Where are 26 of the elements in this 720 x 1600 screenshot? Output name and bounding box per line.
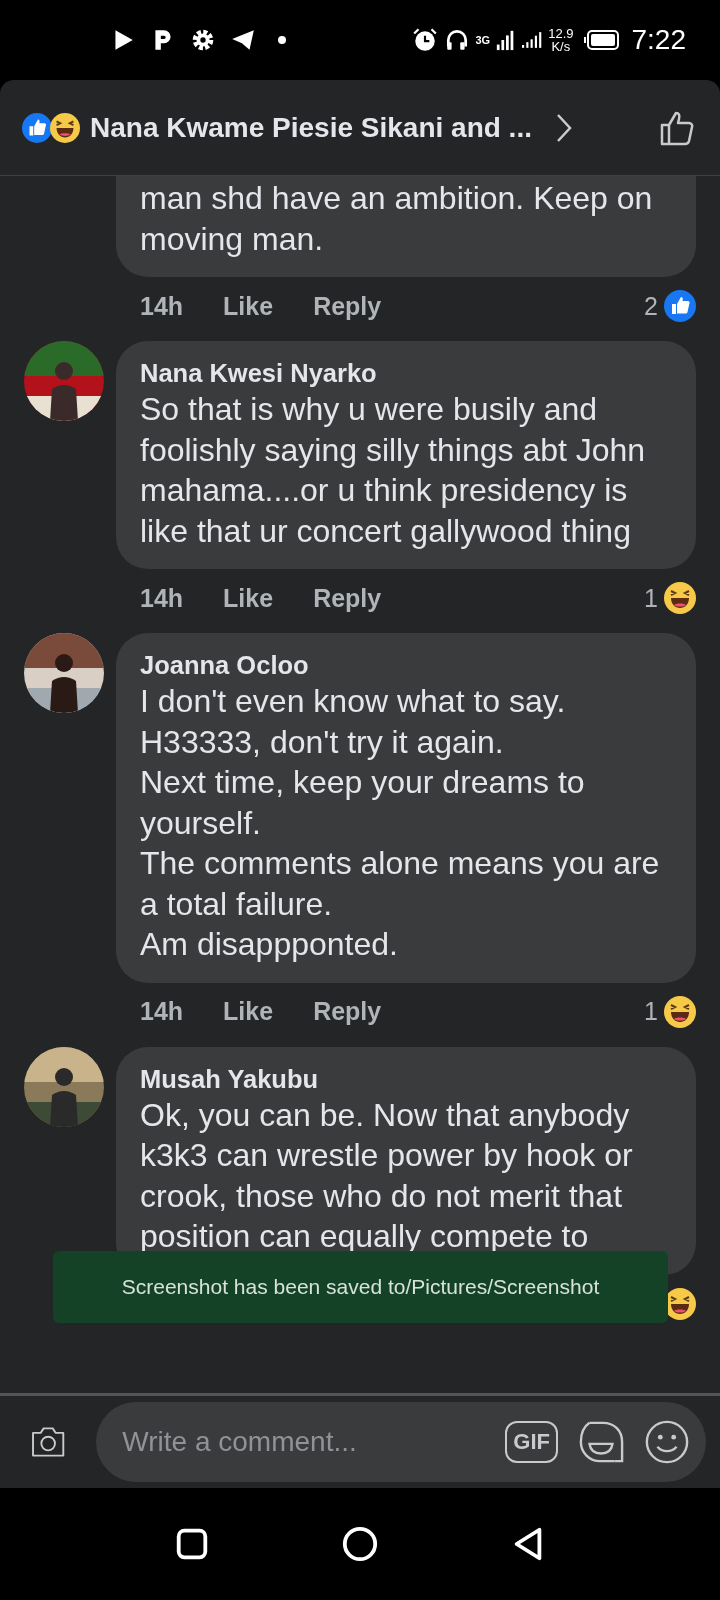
comment-text: man shd have an ambition. Keep on moving man.	[140, 179, 654, 259]
reaction-count[interactable]: 1	[644, 583, 658, 613]
clock: 7:22	[631, 24, 686, 56]
comment-time: 14h	[140, 291, 184, 321]
comment-text: I don't even know what to say. H33333, don't try it again. Next time, keep your dreams to yourself. The comments alone means you are a total failure. Am disappponted.	[140, 682, 661, 964]
reaction-count[interactable]: 1	[644, 997, 658, 1026]
comment-input[interactable]: Write a comment... GIF	[96, 1402, 706, 1482]
reply-link[interactable]: Reply	[313, 583, 382, 613]
reaction-count[interactable]: 2	[644, 291, 658, 321]
comment-time: 14h	[140, 997, 184, 1026]
gif-button[interactable]: GIF	[505, 1421, 558, 1463]
comment-author[interactable]: Joanna Ocloo	[140, 649, 672, 681]
like-link[interactable]: Like	[223, 291, 274, 321]
reply-link[interactable]: Reply	[313, 997, 382, 1026]
like-link[interactable]: Like	[223, 583, 274, 613]
comment-time: 14h	[140, 583, 184, 613]
screenshot-toast: Screenshot has been saved to/Pictures/Screenshot	[53, 1251, 668, 1323]
comment-text: So that is why u were busily and foolishly saying silly things abt John mahama....or u think presidency is like that ur concert gallywood thing	[140, 390, 647, 551]
like-link[interactable]: Like	[223, 997, 274, 1026]
comment-author[interactable]: Nana Kwesi Nyarko	[140, 357, 672, 389]
network-type: 3G	[475, 34, 491, 46]
comment-author[interactable]: Musah Yakubu	[140, 1062, 672, 1095]
post-title[interactable]: Nana Kwame Piesie Sikani and ...	[90, 111, 532, 144]
network-speed: 12.9	[548, 27, 574, 40]
speed-unit: K/s	[551, 40, 571, 53]
reply-link[interactable]: Reply	[313, 291, 382, 321]
